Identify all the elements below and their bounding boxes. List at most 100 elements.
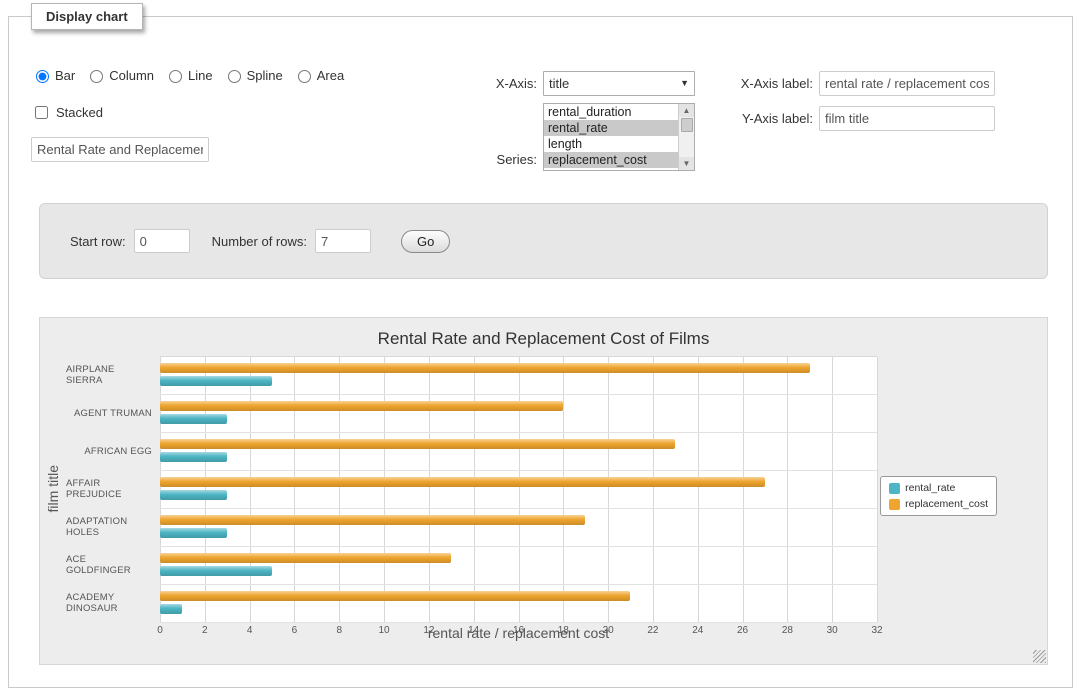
chart-legend: rental_rate replacement_cost <box>880 476 997 516</box>
bar-rental-rate[interactable] <box>160 490 227 500</box>
xaxis-label-input[interactable] <box>819 71 995 96</box>
x-tick-label: 6 <box>292 625 298 636</box>
category-labels: AIRPLANE SIERRAAGENT TRUMANAFRICAN EGGAF… <box>66 356 160 622</box>
yaxis-label-label: Y-Axis label: <box>709 111 813 126</box>
bar-rental-rate[interactable] <box>160 528 227 538</box>
chart-type-radio-area[interactable] <box>298 70 311 83</box>
bar-replacement-cost[interactable] <box>160 477 765 487</box>
resize-handle-icon[interactable] <box>1033 650 1046 663</box>
series-option-rental-rate[interactable]: rental_rate <box>544 120 678 136</box>
scrollbar-thumb[interactable] <box>681 118 693 132</box>
chart-type-label-column: Column <box>109 68 154 83</box>
x-tick-label: 12 <box>423 625 434 636</box>
chart-container: Rental Rate and Replacement Cost of Film… <box>39 317 1048 665</box>
scroll-up-icon[interactable]: ▲ <box>679 104 694 117</box>
num-rows-label: Number of rows: <box>212 234 307 249</box>
y-axis-title-wrap: film title <box>40 356 66 622</box>
x-tick-label: 8 <box>336 625 342 636</box>
fieldset-legend: Display chart <box>31 3 143 30</box>
category-label: AIRPLANE SIERRA <box>66 356 160 394</box>
category-label: AFFAIR PREJUDICE <box>66 470 160 508</box>
bar-replacement-cost[interactable] <box>160 591 630 601</box>
bar-rental-rate[interactable] <box>160 376 272 386</box>
bar-group-african-egg <box>160 433 877 471</box>
category-label: AFRICAN EGG <box>66 432 160 470</box>
chart-type-radio-line[interactable] <box>169 70 182 83</box>
bar-replacement-cost[interactable] <box>160 401 563 411</box>
series-scrollbar[interactable]: ▲ ▼ <box>678 104 694 170</box>
bar-rental-rate[interactable] <box>160 566 272 576</box>
xaxis-row: X-Axis: title ▼ <box>457 71 695 96</box>
bar-group-academy-dinosaur <box>160 585 877 623</box>
chart-type-group: Bar Column Line Spline Area <box>31 67 344 83</box>
bar-rental-rate[interactable] <box>160 414 227 424</box>
category-label: ACADEMY DINOSAUR <box>66 584 160 622</box>
series-listbox[interactable]: rental_durationrental_ratelengthreplacem… <box>543 103 695 171</box>
x-tick-label: 22 <box>647 625 658 636</box>
x-tick-label: 14 <box>468 625 479 636</box>
yaxis-label-row: Y-Axis label: <box>709 106 995 131</box>
xaxis-label-label: X-Axis label: <box>709 76 813 91</box>
x-tick-label: 28 <box>782 625 793 636</box>
bar-replacement-cost[interactable] <box>160 515 585 525</box>
bar-replacement-cost[interactable] <box>160 553 451 563</box>
x-tick-label: 20 <box>603 625 614 636</box>
bar-group-ace-goldfinger <box>160 547 877 585</box>
bar-group-agent-truman <box>160 395 877 433</box>
start-row-input[interactable] <box>134 229 190 253</box>
chart-type-option-line[interactable]: Line <box>164 67 213 83</box>
bar-replacement-cost[interactable] <box>160 439 675 449</box>
gridline <box>877 357 878 622</box>
scroll-down-icon[interactable]: ▼ <box>679 157 694 170</box>
series-option-replacement-cost[interactable]: replacement_cost <box>544 152 678 168</box>
chart-type-radio-bar[interactable] <box>36 70 49 83</box>
bar-group-affair-prejudice <box>160 471 877 509</box>
chart-type-label-bar: Bar <box>55 68 75 83</box>
x-tick-label: 24 <box>692 625 703 636</box>
plot-zone: 02468101214161820222426283032 rental rat… <box>160 356 877 622</box>
chart-type-label-area: Area <box>317 68 344 83</box>
x-tick-label: 0 <box>157 625 163 636</box>
chart-type-option-bar[interactable]: Bar <box>31 67 75 83</box>
chart-title: Rental Rate and Replacement Cost of Film… <box>40 318 1047 349</box>
chart-type-label-spline: Spline <box>247 68 283 83</box>
bar-rental-rate[interactable] <box>160 604 182 614</box>
row-range-panel: Start row: Number of rows: Go <box>39 203 1048 279</box>
stacked-checkbox[interactable] <box>35 106 48 119</box>
plot-area <box>160 356 877 622</box>
legend-item-replacement-cost[interactable]: replacement_cost <box>889 498 988 510</box>
chart-type-option-column[interactable]: Column <box>85 67 154 83</box>
xaxis-select[interactable]: title <box>543 71 695 96</box>
category-label: ACE GOLDFINGER <box>66 546 160 584</box>
chart-type-radio-column[interactable] <box>90 70 103 83</box>
num-rows-input[interactable] <box>315 229 371 253</box>
series-option-length[interactable]: length <box>544 136 678 152</box>
legend-label: rental_rate <box>905 482 955 494</box>
series-option-rental-duration[interactable]: rental_duration <box>544 104 678 120</box>
bar-rental-rate[interactable] <box>160 452 227 462</box>
go-button[interactable]: Go <box>401 230 450 253</box>
chart-title-input[interactable] <box>31 137 209 162</box>
x-tick-label: 10 <box>379 625 390 636</box>
x-tick-label: 32 <box>871 625 882 636</box>
x-tick-label: 26 <box>737 625 748 636</box>
series-row: Series: rental_durationrental_ratelength… <box>457 103 695 171</box>
category-label: AGENT TRUMAN <box>66 394 160 432</box>
chart-type-label-line: Line <box>188 68 213 83</box>
chart-type-option-spline[interactable]: Spline <box>223 67 283 83</box>
yaxis-label-input[interactable] <box>819 106 995 131</box>
chart-type-radio-spline[interactable] <box>228 70 241 83</box>
bar-group-airplane-sierra <box>160 357 877 395</box>
chart-type-option-area[interactable]: Area <box>293 67 344 83</box>
bar-group-adaptation-holes <box>160 509 877 547</box>
bar-replacement-cost[interactable] <box>160 363 810 373</box>
xaxis-label: X-Axis: <box>457 76 537 91</box>
series-options: rental_durationrental_ratelengthreplacem… <box>544 104 678 170</box>
stacked-option[interactable]: Stacked <box>31 103 103 122</box>
display-chart-fieldset: Display chart BarColumnLineSplineArea St… <box>8 16 1073 688</box>
legend-item-rental-rate[interactable]: rental_rate <box>889 482 988 494</box>
x-tick-label: 18 <box>558 625 569 636</box>
y-axis-title: film title <box>45 465 61 512</box>
legend-swatch-icon <box>889 483 900 494</box>
legend-label: replacement_cost <box>905 498 988 510</box>
